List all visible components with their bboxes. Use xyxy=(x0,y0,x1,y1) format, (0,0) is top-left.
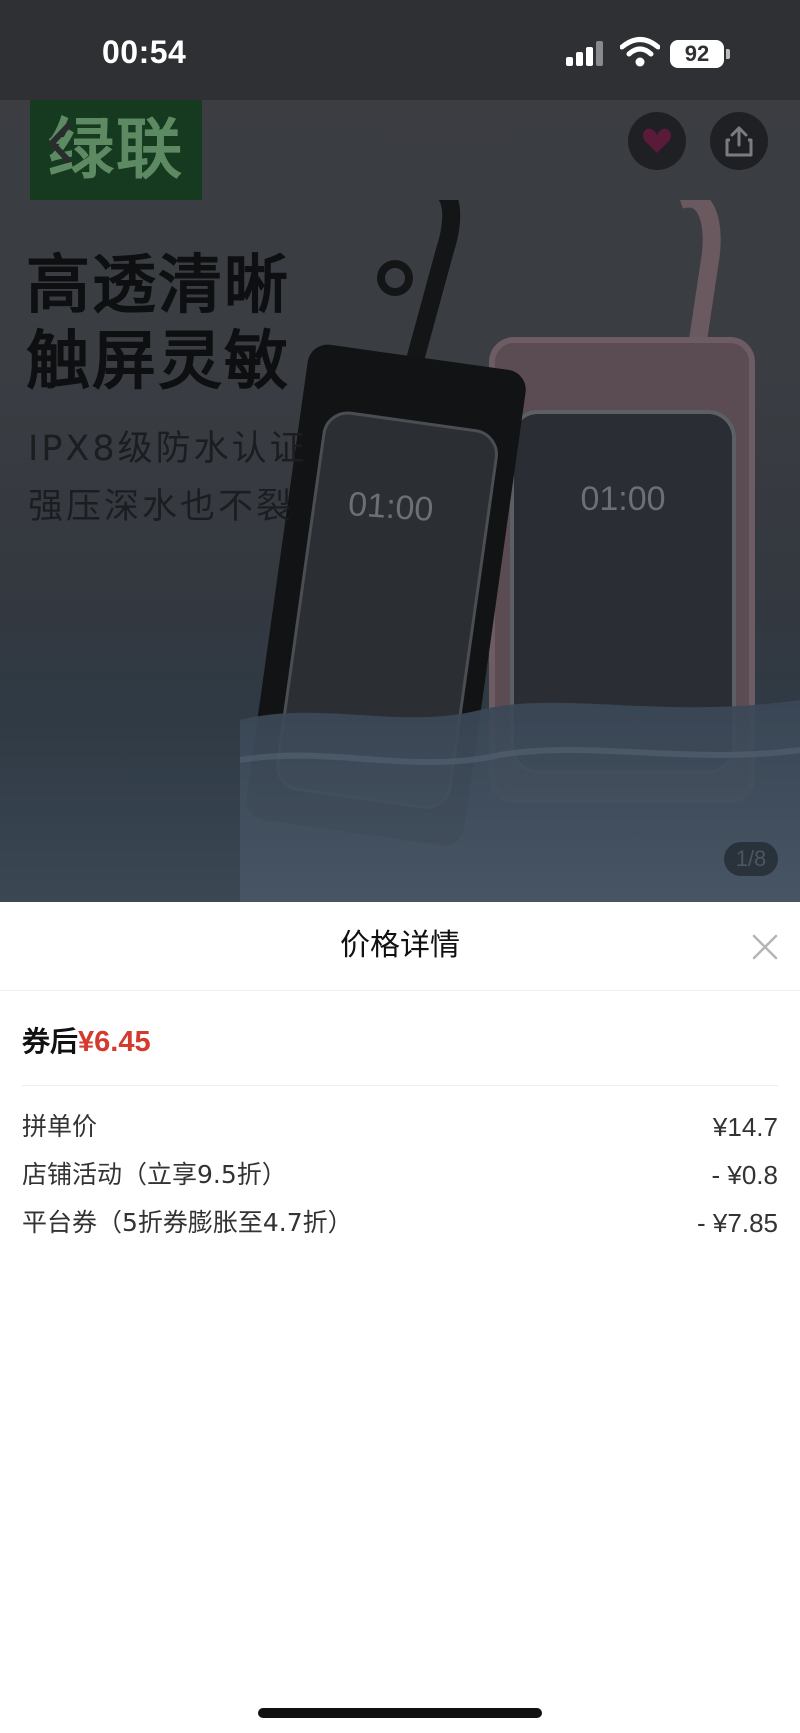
share-button[interactable] xyxy=(710,112,768,170)
after-coupon-label: 券后 xyxy=(22,1025,79,1058)
share-icon xyxy=(725,126,753,157)
price-row-label: 店铺活动（立享9.5折） xyxy=(22,1160,287,1189)
price-row-amount: ¥14.7 xyxy=(712,1112,778,1142)
price-row-amount: - ¥0.8 xyxy=(711,1160,779,1190)
status-time: 00:54 xyxy=(102,34,187,70)
after-coupon-price: 券后¥6.45 xyxy=(22,1020,151,1060)
divider xyxy=(0,990,800,991)
price-row: 店铺活动（立享9.5折） - ¥0.8 xyxy=(22,1155,778,1195)
divider xyxy=(22,1085,778,1086)
status-bar: 00:54 92 xyxy=(0,0,800,100)
price-detail-sheet: 价格详情 券后¥6.45 拼单价 ¥14.7 店铺活动（立享9.5折） - ¥0… xyxy=(0,902,800,1733)
battery-tip-icon xyxy=(726,49,730,59)
price-row-label: 平台券（5折券膨胀至4.7折） xyxy=(22,1208,353,1237)
sheet-title: 价格详情 xyxy=(340,928,460,963)
waterproof-phone-pouch-image: 01:00 01:00 xyxy=(240,200,800,902)
favorite-button[interactable] xyxy=(628,112,686,170)
phone-clock-text: 01:00 xyxy=(580,480,665,518)
product-subline: IPX8级防水认证 强压深水也不裂 xyxy=(28,420,308,536)
wifi-icon xyxy=(620,37,660,67)
product-image-area[interactable]: 01:00 01:00 00:54 92 绿联 高透清晰 触屏灵敏 IPX8级防… xyxy=(0,0,800,902)
subline-1: IPX8级防水认证 xyxy=(28,429,308,469)
price-row: 平台券（5折券膨胀至4.7折） - ¥7.85 xyxy=(22,1203,778,1243)
after-coupon-amount: ¥6.45 xyxy=(78,1026,151,1058)
headline-line-1: 高透清晰 xyxy=(26,249,290,323)
price-row: 拼单价 ¥14.7 xyxy=(22,1107,778,1147)
subline-2: 强压深水也不裂 xyxy=(28,487,295,527)
image-page-indicator: 1/8 xyxy=(724,842,778,876)
home-indicator[interactable] xyxy=(258,1708,542,1718)
battery-level: 92 xyxy=(670,40,724,68)
headline-line-2: 触屏灵敏 xyxy=(26,325,290,399)
phone-clock-text: 01:00 xyxy=(347,485,435,529)
product-headline: 高透清晰 触屏灵敏 xyxy=(26,248,290,400)
back-arrow-icon[interactable] xyxy=(40,118,80,168)
close-icon[interactable] xyxy=(750,932,780,962)
cellular-signal-icon xyxy=(566,40,606,66)
price-row-amount: - ¥7.85 xyxy=(697,1208,778,1238)
heart-icon xyxy=(642,128,672,153)
price-row-label: 拼单价 xyxy=(22,1112,98,1141)
